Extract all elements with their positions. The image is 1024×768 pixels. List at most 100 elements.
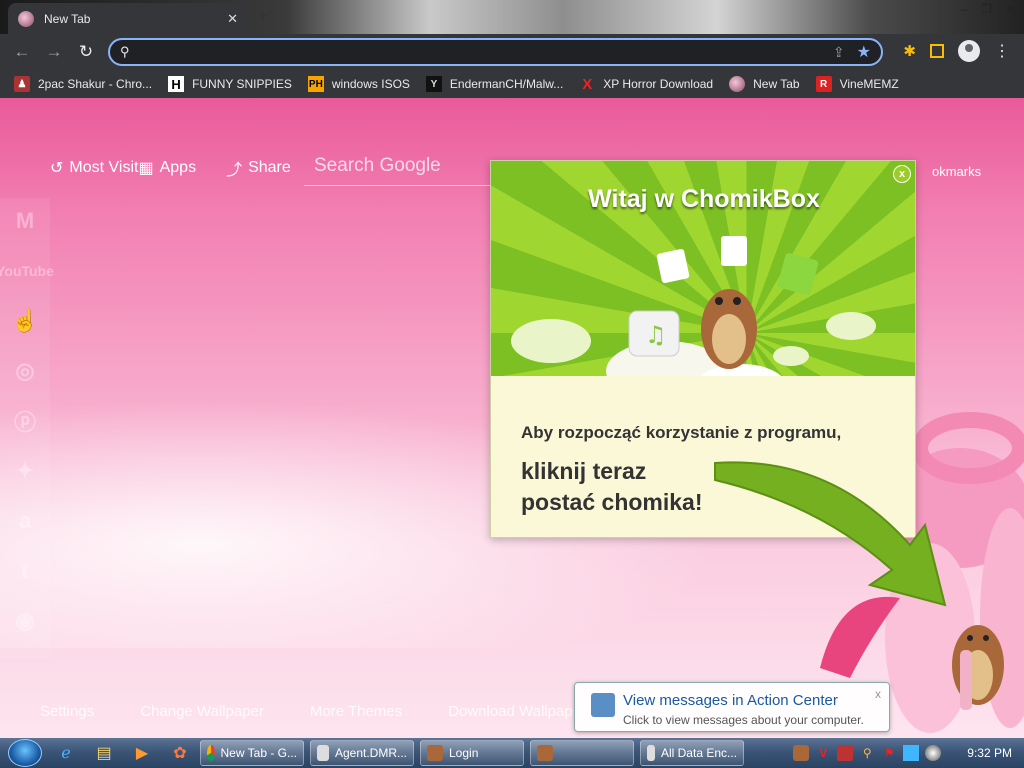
- newtab-top-nav: ↺ Most Visit ▦ Apps ⤴ Share: [50, 156, 291, 180]
- profile-avatar-icon[interactable]: [958, 40, 980, 62]
- tray-chomik-icon[interactable]: [793, 745, 810, 761]
- window-icon: [647, 745, 655, 761]
- cursor-icon: ☝: [11, 308, 39, 333]
- start-button[interactable]: [8, 739, 42, 767]
- twitter-icon[interactable]: ✦: [8, 456, 42, 486]
- taskbar-item-chomik[interactable]: [530, 740, 634, 766]
- omnibox-input[interactable]: [137, 44, 833, 60]
- tray-v-icon[interactable]: V: [815, 745, 831, 761]
- kebab-menu-icon[interactable]: ⋮: [994, 41, 1010, 61]
- tab-close-icon[interactable]: ✕: [227, 11, 238, 27]
- shortcut-sidebar: M YouTube ☝ ◎ ⓟ ✦ a t ◉: [0, 198, 54, 658]
- bookmark-vinememz[interactable]: R VineMEMZ: [815, 76, 899, 92]
- bookmark-label: windows ISOS: [331, 77, 410, 91]
- side-panel-icon[interactable]: [930, 44, 944, 58]
- minimize-icon[interactable]: –: [960, 2, 967, 16]
- window-close-icon[interactable]: ✕: [1006, 2, 1016, 16]
- youtube-icon[interactable]: YouTube: [0, 256, 54, 286]
- share-page-icon[interactable]: ⇪: [833, 44, 845, 61]
- bookmark-funny-snippies[interactable]: H FUNNY SNIPPIES: [168, 76, 292, 92]
- tray-flag-icon[interactable]: ⚑: [881, 745, 897, 761]
- back-icon[interactable]: ←: [8, 38, 36, 66]
- bookmarks-link[interactable]: okmarks: [932, 164, 981, 179]
- newtab-favicon: [729, 76, 746, 92]
- taskbar-item-all-data[interactable]: All Data Enc...: [640, 740, 744, 766]
- chomik-icon: [427, 745, 443, 761]
- window-controls: – ❐ ✕: [960, 2, 1016, 16]
- notification-close-icon[interactable]: x: [875, 687, 881, 701]
- tumblr-icon[interactable]: t: [8, 556, 42, 586]
- share-icon: ⤴: [226, 162, 243, 179]
- bookmark-xp-horror[interactable]: X XP Horror Download: [579, 75, 713, 93]
- bookmark-endermanch[interactable]: Y EndermanCH/Malw...: [425, 76, 564, 92]
- bookmark-star-icon[interactable]: ★: [857, 42, 871, 62]
- tray-search-icon[interactable]: ⚲: [859, 745, 875, 761]
- yp-logo-icon: Y: [425, 76, 442, 92]
- apps-label: Apps: [159, 159, 197, 176]
- chomik-desktop-mascot[interactable]: [940, 610, 1010, 720]
- restore-icon[interactable]: ❐: [981, 2, 992, 16]
- notification-title: View messages in Action Center: [623, 692, 838, 709]
- tray-app-icon[interactable]: [837, 745, 854, 761]
- windows-taskbar: ℯ ▤ ▶ ✿ New Tab - G... Agent.DMR... Logi…: [0, 738, 1024, 768]
- reddit-icon[interactable]: ◉: [8, 606, 42, 636]
- more-themes-link[interactable]: More Themes: [310, 703, 402, 720]
- address-bar[interactable]: ⚲ ⇪ ★: [108, 38, 883, 66]
- green-arrow-graphic: [714, 461, 947, 607]
- taskbar-item-label: New Tab - G...: [220, 746, 297, 760]
- tab-new-tab[interactable]: New Tab ✕: [8, 3, 248, 34]
- amazon-icon[interactable]: a: [8, 506, 42, 536]
- ph-logo-icon: PH: [307, 76, 324, 92]
- search-icon: ⚲: [120, 44, 130, 59]
- pinterest-icon[interactable]: ⓟ: [8, 406, 42, 436]
- notification-subtitle: Click to view messages about your comput…: [623, 713, 864, 727]
- bookmark-2pac[interactable]: ♟ 2pac Shakur - Chro...: [14, 76, 152, 92]
- media-player-icon[interactable]: ▶: [128, 740, 156, 766]
- most-visited-button[interactable]: ↺ Most Visit: [50, 158, 138, 178]
- x-logo-icon: X: [582, 75, 593, 93]
- newtab-footer-links: Settings Change Wallpaper More Themes Do…: [40, 703, 573, 720]
- bookmark-label: FUNNY SNIPPIES: [192, 77, 292, 91]
- taskbar-item-agent[interactable]: Agent.DMR...: [310, 740, 414, 766]
- share-button[interactable]: ⤴ Share: [226, 156, 291, 180]
- svg-text:♫: ♫: [645, 321, 667, 349]
- browser-toolbar: ← → ↻ ⚲ ⇪ ★ ✱ ⋮: [0, 34, 1024, 70]
- apps-button[interactable]: ▦ Apps: [138, 158, 196, 178]
- instagram-icon[interactable]: ◎: [8, 356, 42, 386]
- most-visited-label: Most Visit: [69, 159, 139, 176]
- file-explorer-icon[interactable]: ▤: [90, 740, 118, 766]
- popup-close-button[interactable]: x: [893, 165, 911, 183]
- internet-explorer-icon[interactable]: ℯ: [52, 740, 80, 766]
- history-icon: ↺: [50, 160, 64, 177]
- change-wallpaper-link[interactable]: Change Wallpaper: [140, 703, 264, 720]
- forward-icon[interactable]: →: [40, 38, 68, 66]
- gmail-icon[interactable]: M: [8, 206, 42, 236]
- pinned-app-icon[interactable]: ✿: [166, 740, 194, 766]
- chrome-icon: [207, 745, 215, 761]
- action-center-notification[interactable]: View messages in Action Center Click to …: [574, 682, 890, 732]
- extensions-icon[interactable]: ✱: [903, 42, 916, 60]
- bookmark-label: EndermanCH/Malw...: [449, 77, 564, 91]
- share-label: Share: [248, 159, 291, 176]
- tray-volume-icon[interactable]: [925, 745, 942, 761]
- bookmark-label: VineMEMZ: [839, 77, 899, 91]
- taskbar-item-label: Login: [449, 746, 479, 760]
- 2pac-icon: ♟: [14, 76, 30, 92]
- bookmark-label: New Tab: [753, 77, 800, 91]
- settings-link[interactable]: Settings: [40, 703, 94, 720]
- new-tab-button[interactable]: +: [258, 6, 269, 27]
- taskbar-clock[interactable]: 9:32 PM: [967, 746, 1012, 760]
- taskbar-item-label: Agent.DMR...: [334, 746, 407, 760]
- action-center-flag-icon: [591, 693, 615, 717]
- tray-network-icon[interactable]: [903, 745, 920, 761]
- taskbar-item-chrome[interactable]: New Tab - G...: [200, 740, 304, 766]
- bookmark-windows-isos[interactable]: PH windows ISOS: [307, 76, 410, 92]
- r-logo-icon: R: [815, 76, 832, 92]
- taskbar-item-login[interactable]: Login: [420, 740, 524, 766]
- apps-grid-icon: ▦: [138, 160, 154, 177]
- tab-title: New Tab: [44, 11, 91, 26]
- bookmark-new-tab[interactable]: New Tab: [729, 76, 800, 92]
- download-wallpaper-link[interactable]: Download Wallpap: [448, 703, 573, 720]
- newtab-favicon: [18, 10, 34, 27]
- reload-icon[interactable]: ↻: [72, 38, 100, 66]
